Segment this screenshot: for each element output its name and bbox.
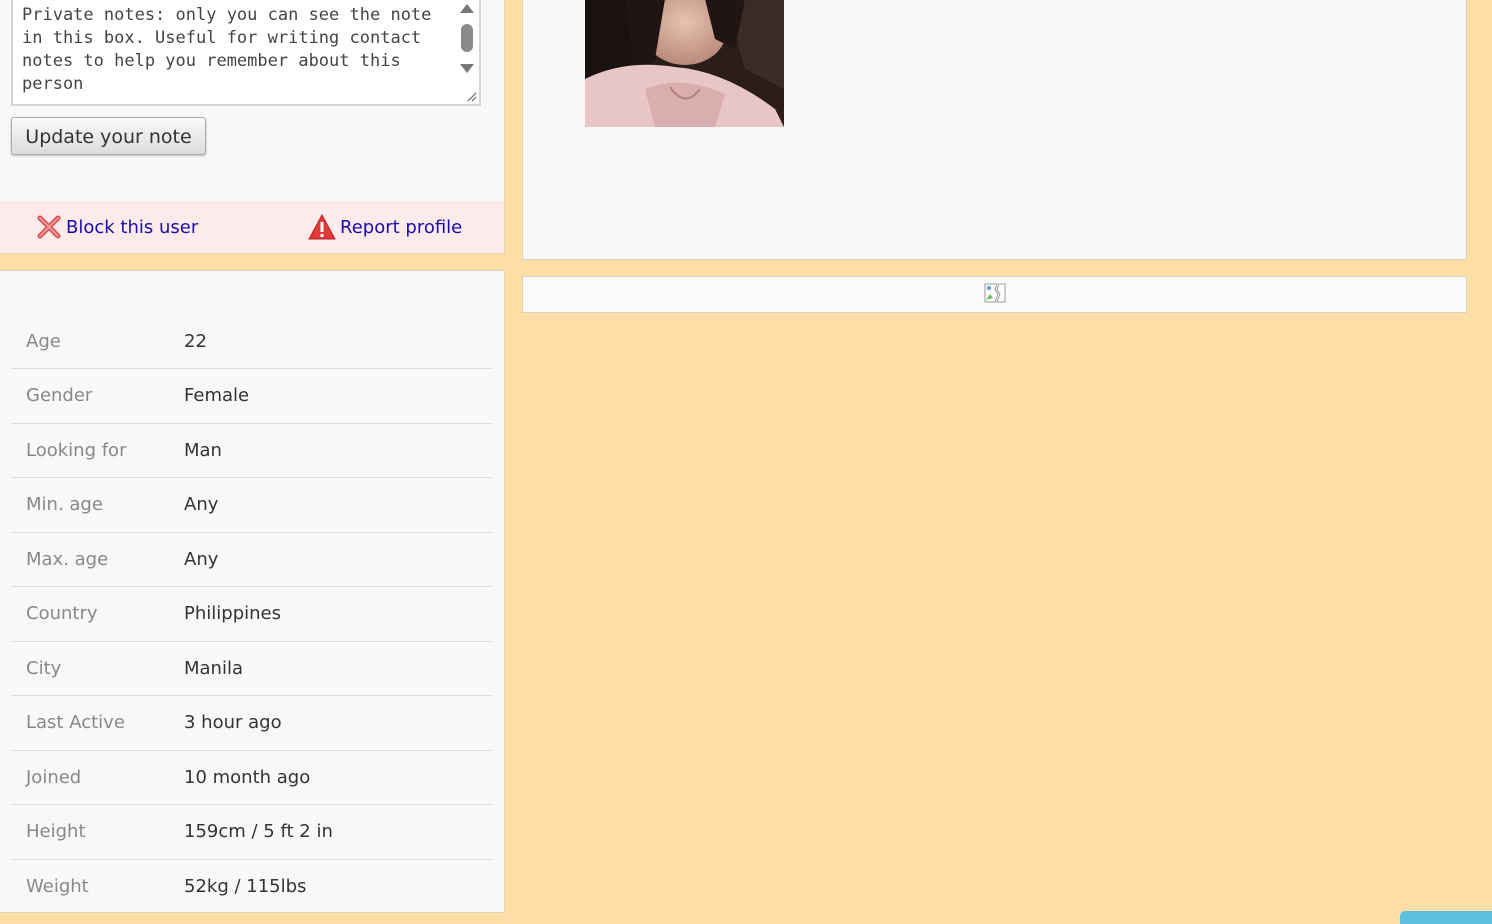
detail-row: Gender Female <box>11 369 492 423</box>
detail-row: Weight 52kg / 115lbs <box>11 859 492 914</box>
detail-value: Philippines <box>184 603 281 625</box>
detail-row: Age 22 <box>11 314 492 369</box>
detail-row: Max. age Any <box>11 532 492 587</box>
note-scrollbar[interactable] <box>455 0 479 102</box>
detail-row: Country Philippines <box>11 587 492 641</box>
scroll-thumb[interactable] <box>461 24 473 52</box>
detail-value: 10 month ago <box>184 766 311 788</box>
detail-row: Last Active 3 hour ago <box>11 696 492 750</box>
broken-image-icon <box>984 283 1006 303</box>
photo-panel <box>522 0 1467 260</box>
block-user-label[interactable]: Block this user <box>66 217 198 238</box>
detail-label: City <box>26 657 62 679</box>
detail-label: Height <box>26 821 86 843</box>
detail-label: Country <box>26 603 98 625</box>
detail-label: Weight <box>26 876 89 897</box>
update-note-button[interactable]: Update your note <box>11 117 206 155</box>
detail-label: Looking for <box>26 439 127 461</box>
detail-value: Man <box>184 439 222 461</box>
detail-label: Gender <box>26 385 93 407</box>
private-note-text[interactable]: Private notes: only you can see the note… <box>22 4 452 96</box>
scroll-up-icon[interactable] <box>460 4 474 13</box>
detail-value: 52kg / 115lbs <box>184 876 307 897</box>
detail-value: 159cm / 5 ft 2 in <box>184 821 333 843</box>
profile-photo-image <box>585 0 784 127</box>
detail-value: 22 <box>184 330 207 352</box>
report-profile-link[interactable]: Report profile <box>308 211 462 243</box>
red-x-icon <box>37 215 61 239</box>
detail-label: Max. age <box>26 548 109 570</box>
profile-details-panel: Age 22 Gender Female Looking for Man Min. age A… <box>0 270 505 913</box>
warning-triangle-icon <box>308 213 336 240</box>
profile-photo[interactable] <box>585 0 784 127</box>
detail-value: 3 hour ago <box>184 712 282 734</box>
report-profile-label[interactable]: Report profile <box>340 217 462 238</box>
detail-label: Age <box>26 330 61 352</box>
notes-panel: Private notes: only you can see the note… <box>0 0 505 254</box>
private-note-textarea[interactable]: Private notes: only you can see the note… <box>11 0 481 106</box>
profile-details-table: Age 22 Gender Female Looking for Man Min. age A… <box>11 314 492 914</box>
detail-row: Joined 10 month ago <box>11 750 492 805</box>
detail-value: Manila <box>184 657 244 679</box>
detail-label: Min. age <box>26 494 103 516</box>
profile-action-bar: Block this user Report profile <box>0 201 504 253</box>
detail-value: Any <box>184 548 219 570</box>
scroll-down-icon[interactable] <box>460 64 474 73</box>
detail-row: Height 159cm / 5 ft 2 in <box>11 805 492 859</box>
detail-row: City Manila <box>11 641 492 696</box>
detail-value: Female <box>184 385 250 407</box>
resize-grip-icon[interactable] <box>465 90 477 102</box>
corner-chat-tab[interactable] <box>1400 911 1492 924</box>
block-user-link[interactable]: Block this user <box>36 211 198 243</box>
detail-row: Min. age Any <box>11 478 492 532</box>
detail-label: Last Active <box>26 712 125 734</box>
detail-label: Joined <box>26 766 82 788</box>
detail-row: Looking for Man <box>11 423 492 478</box>
detail-value: Any <box>184 494 219 516</box>
banner-panel <box>522 276 1467 313</box>
